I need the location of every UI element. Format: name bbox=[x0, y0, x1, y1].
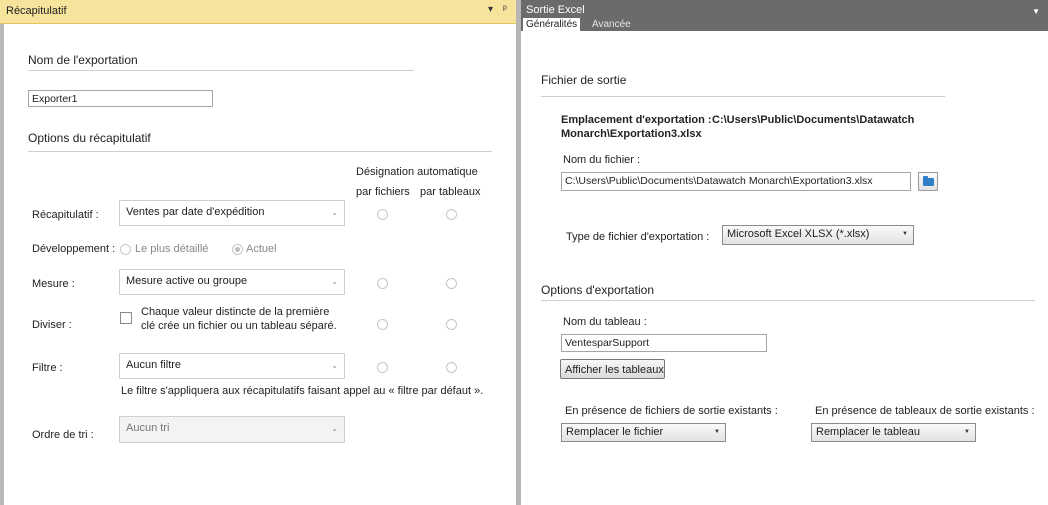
measure-select[interactable]: Mesure active ou groupe ⌄ bbox=[119, 269, 345, 295]
filter-select[interactable]: Aucun filtre ⌄ bbox=[119, 353, 345, 379]
sort-select[interactable]: Aucun tri ⌄ bbox=[119, 416, 345, 443]
by-files-column-header: par fichiers bbox=[356, 186, 410, 198]
divide-auto-files-radio[interactable] bbox=[377, 319, 388, 330]
existing-tables-dropdown[interactable]: Remplacer le tableau ▼ bbox=[811, 423, 976, 442]
divide-description-line1: Chaque valeur distincte de la première bbox=[141, 306, 330, 318]
summary-select-value: Ventes par date d'expédition bbox=[126, 206, 265, 218]
panel-dropdown-icon[interactable]: ▾ bbox=[488, 4, 493, 15]
divider bbox=[28, 70, 414, 71]
table-name-input[interactable]: VentesparSupport bbox=[561, 334, 767, 352]
divide-auto-tables-radio[interactable] bbox=[446, 319, 457, 330]
summary-auto-tables-radio[interactable] bbox=[446, 209, 457, 220]
measure-label: Mesure : bbox=[32, 278, 75, 290]
chevron-down-icon[interactable]: ▼ bbox=[1032, 7, 1040, 16]
divider bbox=[28, 151, 492, 152]
output-file-heading: Fichier de sortie bbox=[541, 73, 627, 87]
divider bbox=[541, 96, 945, 97]
development-label: Développement : bbox=[32, 243, 116, 255]
summary-select[interactable]: Ventes par date d'expédition ⌄ bbox=[119, 200, 345, 226]
current-radio[interactable] bbox=[232, 244, 243, 255]
chevron-down-icon: ⌄ bbox=[331, 424, 338, 433]
file-name-input[interactable]: C:\Users\Public\Documents\Datawatch Mona… bbox=[561, 172, 911, 191]
export-location-label: Emplacement d'exportation : bbox=[561, 114, 712, 126]
existing-tables-label: En présence de tableaux de sortie exista… bbox=[815, 405, 1035, 417]
sort-label: Ordre de tri : bbox=[32, 429, 94, 441]
show-tables-button[interactable]: Afficher les tableaux bbox=[560, 359, 665, 379]
divide-checkbox[interactable] bbox=[120, 312, 132, 324]
folder-open-icon bbox=[923, 176, 934, 186]
divide-description-line2: clé crée un fichier ou un tableau séparé… bbox=[141, 320, 337, 332]
chevron-down-icon: ⌄ bbox=[331, 361, 338, 370]
summary-panel-header: Récapitulatif ▾ ᵖ bbox=[0, 0, 516, 24]
divide-label: Diviser : bbox=[32, 319, 72, 331]
chevron-down-icon: ⌄ bbox=[331, 277, 338, 286]
dropdown-arrow-icon: ▼ bbox=[902, 231, 908, 237]
existing-files-label: En présence de fichiers de sortie exista… bbox=[565, 405, 778, 417]
existing-files-value: Remplacer le fichier bbox=[566, 426, 664, 438]
filter-select-value: Aucun filtre bbox=[126, 359, 182, 371]
most-detailed-radio[interactable] bbox=[120, 244, 131, 255]
excel-output-header: Sortie Excel ▼ Généralités Avancée bbox=[521, 0, 1048, 31]
auto-designation-header: Désignation automatique bbox=[356, 166, 478, 178]
filter-auto-files-radio[interactable] bbox=[377, 362, 388, 373]
export-type-dropdown[interactable]: Microsoft Excel XLSX (*.xlsx) ▼ bbox=[722, 225, 914, 245]
export-location-value-line1: C:\Users\Public\Documents\Datawatch bbox=[712, 114, 915, 126]
export-location-value-line2: Monarch\Exportation3.xlsx bbox=[561, 128, 702, 140]
by-tables-column-header: par tableaux bbox=[420, 186, 481, 198]
export-name-heading: Nom de l'exportation bbox=[28, 53, 138, 67]
dropdown-arrow-icon: ▼ bbox=[964, 429, 970, 435]
dropdown-arrow-icon: ▼ bbox=[714, 429, 720, 435]
measure-auto-tables-radio[interactable] bbox=[446, 278, 457, 289]
most-detailed-label: Le plus détaillé bbox=[135, 243, 209, 255]
export-type-value: Microsoft Excel XLSX (*.xlsx) bbox=[727, 228, 870, 240]
summary-panel-title: Récapitulatif bbox=[6, 5, 67, 17]
tab-general[interactable]: Généralités bbox=[523, 18, 581, 31]
summary-options-heading: Options du récapitulatif bbox=[28, 131, 151, 145]
file-name-label: Nom du fichier : bbox=[563, 154, 641, 166]
pin-icon[interactable]: ᵖ bbox=[503, 4, 507, 15]
export-name-input[interactable]: Exporter1 bbox=[28, 90, 213, 107]
filter-note: Le filtre s'appliquera aux récapitulatif… bbox=[121, 385, 484, 397]
export-options-heading: Options d'exportation bbox=[541, 283, 655, 297]
current-label: Actuel bbox=[246, 243, 277, 255]
measure-auto-files-radio[interactable] bbox=[377, 278, 388, 289]
measure-select-value: Mesure active ou groupe bbox=[126, 275, 248, 287]
filter-auto-tables-radio[interactable] bbox=[446, 362, 457, 373]
existing-tables-value: Remplacer le tableau bbox=[816, 426, 920, 438]
browse-folder-button[interactable] bbox=[918, 172, 938, 191]
filter-label: Filtre : bbox=[32, 362, 63, 374]
summary-auto-files-radio[interactable] bbox=[377, 209, 388, 220]
excel-output-title: Sortie Excel bbox=[526, 4, 585, 16]
tab-advanced[interactable]: Avancée bbox=[589, 18, 634, 31]
divider bbox=[541, 300, 1035, 301]
summary-label: Récapitulatif : bbox=[32, 209, 99, 221]
existing-files-dropdown[interactable]: Remplacer le fichier ▼ bbox=[561, 423, 726, 442]
export-type-label: Type de fichier d'exportation : bbox=[566, 231, 710, 243]
sort-select-value: Aucun tri bbox=[126, 422, 170, 434]
chevron-down-icon: ⌄ bbox=[331, 208, 338, 217]
table-name-label: Nom du tableau : bbox=[563, 316, 647, 328]
